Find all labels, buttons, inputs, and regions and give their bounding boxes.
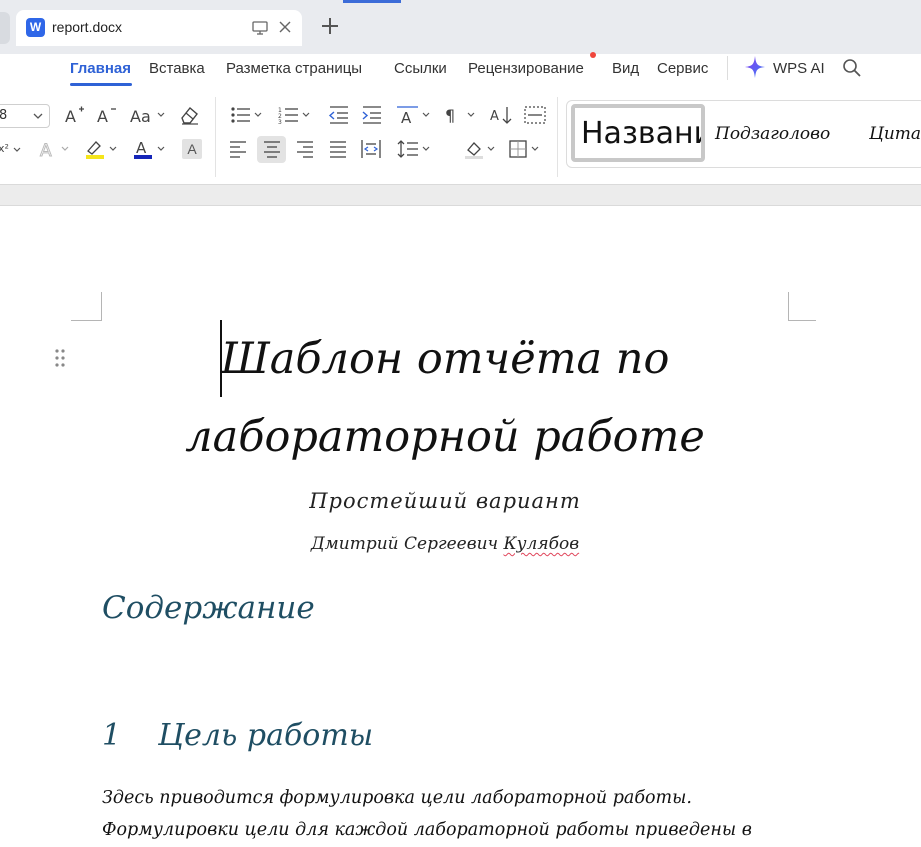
tab-title: report.docx bbox=[52, 19, 123, 35]
previous-tab-stub[interactable] bbox=[0, 12, 10, 44]
svg-text:A: A bbox=[40, 141, 52, 160]
align-center-icon[interactable] bbox=[262, 138, 282, 160]
body-paragraph-line-2[interactable]: Формулировки цели для каждой лабораторно… bbox=[102, 820, 752, 840]
section-number: 1 bbox=[102, 718, 122, 753]
ruler-band bbox=[0, 184, 921, 206]
ai-sparkle-icon[interactable] bbox=[744, 55, 766, 79]
accent-line bbox=[343, 0, 401, 3]
svg-text:A: A bbox=[97, 107, 108, 126]
style-subtitle-option[interactable]: Подзаголово bbox=[715, 101, 830, 167]
increase-indent-icon[interactable] bbox=[361, 104, 383, 126]
svg-text:A: A bbox=[490, 109, 499, 124]
highlight-color-icon[interactable] bbox=[84, 138, 120, 160]
body-paragraph-line-1[interactable]: Здесь приводится формулировка цели лабор… bbox=[102, 788, 692, 808]
document-title-line-1[interactable]: Шаблон отчёта по bbox=[102, 334, 788, 384]
decrease-indent-icon[interactable] bbox=[328, 104, 350, 126]
shading-fill-icon[interactable] bbox=[462, 138, 498, 160]
clear-format-eraser-icon[interactable] bbox=[178, 104, 200, 126]
menu-tools[interactable]: Сервис bbox=[657, 60, 708, 77]
author-name: Дмитрий Сергеевич bbox=[310, 534, 504, 554]
menu-home[interactable]: Главная bbox=[70, 60, 131, 77]
close-icon[interactable] bbox=[278, 20, 292, 34]
character-shading-icon[interactable]: A bbox=[182, 139, 202, 159]
wps-ai-button[interactable]: WPS AI bbox=[773, 60, 825, 77]
line-spacing-icon[interactable] bbox=[396, 138, 432, 160]
section-heading[interactable]: 1 Цель работы bbox=[102, 718, 373, 753]
writer-app-icon: W bbox=[26, 18, 45, 37]
sort-icon[interactable]: A bbox=[490, 104, 514, 126]
margin-corner-right bbox=[788, 292, 816, 321]
document-subtitle[interactable]: Простейший вариант bbox=[102, 489, 788, 513]
menu-view[interactable]: Вид bbox=[612, 60, 639, 77]
change-case-icon[interactable]: Aa bbox=[130, 104, 166, 126]
bullet-list-icon[interactable] bbox=[230, 104, 264, 126]
toolbar-divider bbox=[557, 97, 558, 177]
svg-text:A: A bbox=[401, 109, 412, 126]
toolbar-divider bbox=[215, 97, 216, 177]
style-quote-option[interactable]: Цита bbox=[869, 101, 921, 167]
paragraph-marks-icon[interactable]: ¶ bbox=[444, 104, 478, 126]
new-tab-plus-icon[interactable] bbox=[320, 16, 340, 36]
active-menu-indicator bbox=[70, 83, 132, 86]
menu-page-layout[interactable]: Разметка страницы bbox=[226, 60, 362, 77]
chevron-down-icon bbox=[33, 113, 43, 119]
svg-text:A: A bbox=[136, 139, 147, 157]
borders-icon[interactable] bbox=[508, 138, 544, 160]
styles-gallery: Названи Подзаголово Цита bbox=[566, 100, 921, 168]
document-tab[interactable]: W report.docx bbox=[16, 10, 302, 46]
section-title: Цель работы bbox=[158, 718, 374, 753]
grow-font-icon[interactable]: A bbox=[64, 104, 86, 126]
monitor-icon[interactable] bbox=[252, 21, 268, 35]
align-left-icon[interactable] bbox=[228, 138, 248, 160]
superscript-icon[interactable]: x² bbox=[0, 138, 22, 160]
numbered-list-icon[interactable]: 123 bbox=[278, 104, 312, 126]
font-color-icon[interactable]: A bbox=[132, 138, 168, 160]
svg-text:3: 3 bbox=[278, 119, 282, 126]
columns-icon[interactable] bbox=[523, 104, 547, 126]
svg-text:A: A bbox=[65, 107, 76, 126]
document-title-line-2[interactable]: лабораторной работе bbox=[102, 412, 788, 462]
notification-dot bbox=[590, 52, 596, 58]
align-right-icon[interactable] bbox=[295, 138, 315, 160]
toc-heading[interactable]: Содержание bbox=[102, 590, 315, 626]
author-surname-misspelled: Кулябов bbox=[503, 534, 580, 554]
menu-references[interactable]: Ссылки bbox=[394, 60, 447, 77]
text-effect-icon[interactable]: A bbox=[38, 138, 72, 160]
drag-handle-icon[interactable] bbox=[54, 348, 66, 368]
menu-bar: Главная Вставка Разметка страницы Ссылки… bbox=[0, 54, 921, 88]
menu-divider bbox=[727, 56, 728, 80]
document-author[interactable]: Дмитрий Сергеевич Кулябов bbox=[102, 534, 788, 554]
menu-insert[interactable]: Вставка bbox=[149, 60, 205, 77]
character-spacing-icon[interactable]: A bbox=[396, 104, 432, 126]
margin-corner-left bbox=[71, 292, 102, 321]
shrink-font-icon[interactable]: A bbox=[96, 104, 118, 126]
justify-icon[interactable] bbox=[328, 138, 348, 160]
font-size-select[interactable]: 8 bbox=[0, 104, 50, 128]
distributed-align-icon[interactable] bbox=[360, 138, 382, 160]
menu-review[interactable]: Рецензирование bbox=[468, 60, 584, 77]
document-page[interactable]: Шаблон отчёта по лабораторной работе Про… bbox=[0, 206, 921, 847]
style-title-option[interactable]: Названи bbox=[571, 104, 705, 162]
title-bar: W report.docx bbox=[0, 0, 921, 54]
search-icon[interactable] bbox=[842, 58, 862, 78]
font-size-value: 8 bbox=[0, 108, 8, 123]
svg-text:Aa: Aa bbox=[130, 107, 151, 126]
svg-text:¶: ¶ bbox=[445, 106, 455, 125]
svg-text:x²: x² bbox=[0, 142, 9, 155]
